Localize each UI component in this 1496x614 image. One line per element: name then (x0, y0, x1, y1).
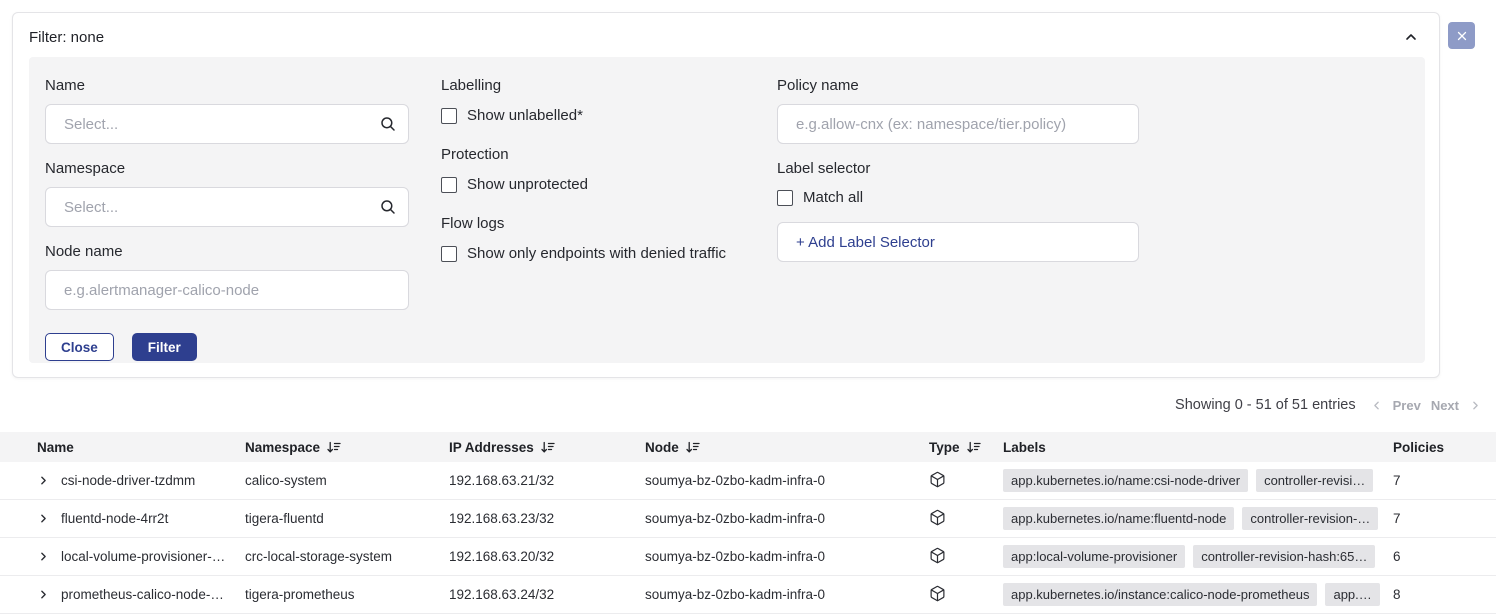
show-unprotected-label: Show unprotected (467, 176, 588, 193)
show-unprotected-checkbox-row[interactable]: Show unprotected (441, 176, 777, 193)
endpoint-node: soumya-bz-0zbo-kadm-infra-0 (645, 549, 929, 564)
close-icon (1456, 30, 1468, 42)
endpoint-name: fluentd-node-4rr2t (61, 511, 168, 526)
col-header-ip-addresses[interactable]: IP Addresses (449, 440, 645, 455)
collapse-panel-button[interactable] (1401, 27, 1421, 47)
pod-cube-icon (929, 552, 946, 567)
filter-button[interactable]: Filter (132, 333, 197, 361)
filter-panel-header: Filter: none (13, 13, 1439, 47)
table-row[interactable]: local-volume-provisioner-… crc-local-sto… (0, 538, 1496, 576)
sort-icon[interactable] (967, 441, 981, 454)
endpoint-policies-count: 8 (1393, 587, 1496, 602)
show-unlabelled-label: Show unlabelled* (467, 107, 583, 124)
labelling-group-label: Labelling (441, 77, 777, 94)
chevron-up-icon (1403, 33, 1419, 48)
node-name-input[interactable] (45, 270, 409, 310)
namespace-field-label: Namespace (45, 160, 409, 177)
label-chip: app.kubernetes.io/name:fluentd-node (1003, 507, 1234, 530)
pod-cube-icon (929, 514, 946, 529)
match-all-checkbox-row[interactable]: Match all (777, 189, 1139, 206)
pagination-bar: Showing 0 - 51 of 51 entries Prev Next (1175, 397, 1482, 413)
endpoint-policies-count: 7 (1393, 473, 1496, 488)
endpoint-name: prometheus-calico-node-… (61, 587, 224, 602)
sort-icon[interactable] (686, 441, 700, 454)
table-header-row: Name Namespace IP Addresses Node Type La… (0, 432, 1496, 462)
label-selector-group-label: Label selector (777, 160, 1139, 177)
col-header-namespace[interactable]: Namespace (245, 440, 449, 455)
namespace-select-input[interactable] (45, 187, 409, 227)
close-button[interactable]: Close (45, 333, 114, 361)
prev-chevron-icon[interactable] (1370, 399, 1383, 412)
endpoint-namespace: tigera-fluentd (245, 511, 449, 526)
search-icon (379, 115, 397, 133)
sort-icon[interactable] (541, 441, 555, 454)
sort-icon[interactable] (327, 441, 341, 454)
search-icon (379, 198, 397, 216)
row-expand-chevron-icon[interactable] (37, 474, 50, 487)
table-row[interactable]: fluentd-node-4rr2t tigera-fluentd 192.16… (0, 500, 1496, 538)
row-expand-chevron-icon[interactable] (37, 550, 50, 563)
endpoint-ip: 192.168.63.23/32 (449, 511, 645, 526)
prev-link[interactable]: Prev (1393, 398, 1421, 413)
row-expand-chevron-icon[interactable] (37, 512, 50, 525)
label-chip: controller-revision-hash:65… (1193, 545, 1375, 568)
node-name-field-label: Node name (45, 243, 409, 260)
endpoint-namespace: calico-system (245, 473, 449, 488)
row-expand-chevron-icon[interactable] (37, 588, 50, 601)
name-select-input[interactable] (45, 104, 409, 144)
show-unlabelled-checkbox[interactable] (441, 108, 457, 124)
filter-panel: Filter: none Name Namespace (12, 12, 1440, 378)
add-label-selector-button[interactable]: + Add Label Selector (777, 222, 1139, 262)
flow-logs-group-label: Flow logs (441, 215, 777, 232)
endpoint-ip: 192.168.63.21/32 (449, 473, 645, 488)
endpoint-policies-count: 7 (1393, 511, 1496, 526)
policy-name-field-label: Policy name (777, 77, 1139, 94)
show-unprotected-checkbox[interactable] (441, 177, 457, 193)
match-all-label: Match all (803, 189, 863, 206)
denied-traffic-checkbox[interactable] (441, 246, 457, 262)
table-row[interactable]: csi-node-driver-tzdmm calico-system 192.… (0, 462, 1496, 500)
endpoint-policies-count: 6 (1393, 549, 1496, 564)
col-header-policies: Policies (1393, 440, 1496, 455)
label-chip: controller-revisi… (1256, 469, 1373, 492)
endpoint-name: csi-node-driver-tzdmm (61, 473, 195, 488)
endpoint-ip: 192.168.63.20/32 (449, 549, 645, 564)
label-chip: app.kubernetes.io/name:csi-node-driver (1003, 469, 1248, 492)
endpoint-node: soumya-bz-0zbo-kadm-infra-0 (645, 473, 929, 488)
show-unlabelled-checkbox-row[interactable]: Show unlabelled* (441, 107, 777, 124)
denied-traffic-checkbox-row[interactable]: Show only endpoints with denied traffic (441, 245, 777, 262)
next-link[interactable]: Next (1431, 398, 1459, 413)
endpoint-node: soumya-bz-0zbo-kadm-infra-0 (645, 587, 929, 602)
next-chevron-icon[interactable] (1469, 399, 1482, 412)
pod-cube-icon (929, 590, 946, 605)
protection-group-label: Protection (441, 146, 777, 163)
label-chip: app:local-volume-provisioner (1003, 545, 1185, 568)
endpoint-ip: 192.168.63.24/32 (449, 587, 645, 602)
filter-panel-title: Filter: none (29, 29, 104, 46)
close-filter-panel-button[interactable] (1448, 22, 1475, 49)
name-field-label: Name (45, 77, 409, 94)
col-header-node[interactable]: Node (645, 440, 929, 455)
match-all-checkbox[interactable] (777, 190, 793, 206)
endpoints-table: Name Namespace IP Addresses Node Type La… (0, 432, 1496, 614)
endpoint-namespace: crc-local-storage-system (245, 549, 449, 564)
endpoint-name: local-volume-provisioner-… (61, 549, 225, 564)
label-chip: controller-revision-… (1242, 507, 1378, 530)
endpoint-namespace: tigera-prometheus (245, 587, 449, 602)
filter-form: Name Namespace Node name Close Filt (29, 57, 1425, 363)
col-header-name: Name (37, 440, 245, 455)
pod-cube-icon (929, 476, 946, 491)
denied-traffic-label: Show only endpoints with denied traffic (467, 245, 726, 262)
endpoint-node: soumya-bz-0zbo-kadm-infra-0 (645, 511, 929, 526)
policy-name-input[interactable] (777, 104, 1139, 144)
col-header-labels: Labels (1003, 440, 1393, 455)
table-row[interactable]: prometheus-calico-node-… tigera-promethe… (0, 576, 1496, 614)
col-header-type[interactable]: Type (929, 440, 1003, 455)
entries-summary: Showing 0 - 51 of 51 entries (1175, 397, 1356, 413)
